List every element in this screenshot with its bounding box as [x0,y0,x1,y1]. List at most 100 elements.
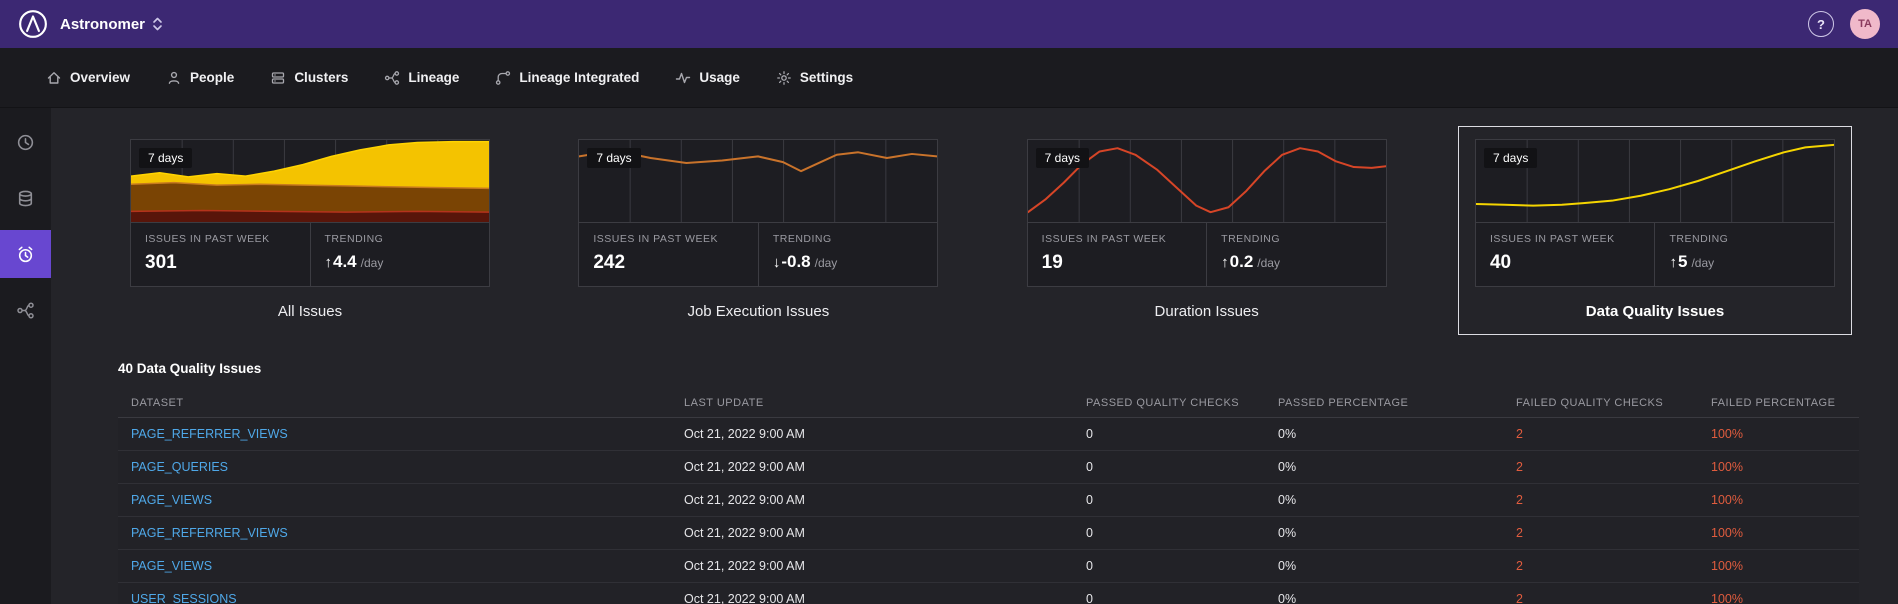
trending-stat: TRENDING ↑ 4.4 /day [309,223,490,286]
range-chip: 7 days [139,148,193,168]
col-header-dataset: DATASET [131,396,184,409]
table-row[interactable]: PAGE_REFERRER_VIEWS Oct 21, 2022 9:00 AM… [118,517,1859,550]
main-content: 7 days ISSUES IN PAST WEEK 301 TRENDING … [51,108,1898,604]
summary-card-data-quality-issues[interactable]: 7 days ISSUES IN PAST WEEK 40 TRENDING ↑… [1457,126,1852,335]
trend-up-icon: ↑ [1669,254,1677,271]
dataset-link[interactable]: PAGE_VIEWS [131,493,212,507]
trending-label: TRENDING [1221,233,1280,245]
summary-card-job-execution-issues[interactable]: 7 days ISSUES IN PAST WEEK 242 TRENDING … [561,126,955,335]
trending-label: TRENDING [324,233,384,245]
summary-cards-row: 7 days ISSUES IN PAST WEEK 301 TRENDING … [113,126,1852,335]
nav-label: Lineage Integrated [519,70,640,85]
trend-down-icon: ↓ [772,254,781,271]
passed-checks-cell: 0 [1086,427,1093,441]
issues-label: ISSUES IN PAST WEEK [1489,233,1615,245]
avatar[interactable]: TA [1850,9,1880,39]
card-stats: ISSUES IN PAST WEEK 40 TRENDING ↑ 5 /day [1475,222,1834,286]
alarm-clock-icon [16,245,35,264]
nav-item-lineage[interactable]: Lineage [384,70,459,86]
failed-checks-cell: 2 [1516,526,1523,540]
nav-label: Clusters [294,70,349,85]
failed-percentage-cell: 100% [1711,427,1743,441]
passed-percentage-cell: 0% [1278,559,1297,573]
trend-unit: /day [1257,256,1280,270]
issues-value: 40 [1489,252,1512,273]
help-button[interactable]: ? [1808,11,1834,37]
failed-checks-cell: 2 [1516,559,1523,573]
failed-percentage-cell: 100% [1711,493,1743,507]
card-body: 7 days ISSUES IN PAST WEEK 19 TRENDING ↑… [1026,139,1387,287]
issues-stat: ISSUES IN PAST WEEK 19 [1028,223,1207,286]
nav-item-usage[interactable]: Usage [675,70,740,86]
summary-card-all-issues[interactable]: 7 days ISSUES IN PAST WEEK 301 TRENDING … [113,126,507,335]
workspace-name: Astronomer [60,15,146,33]
table-row[interactable]: PAGE_VIEWS Oct 21, 2022 9:00 AM 0 0% 2 1… [118,484,1859,517]
table-row[interactable]: PAGE_VIEWS Oct 21, 2022 9:00 AM 0 0% 2 1… [118,550,1859,583]
passed-checks-cell: 0 [1086,460,1093,474]
passed-percentage-cell: 0% [1278,592,1297,604]
main-nav: Overview People Clusters Lineage Lineage… [0,48,1898,108]
issues-table-section: 40 Data Quality Issues DATASET LAST UPDA… [118,361,1859,604]
lineage-integrated-icon [495,70,511,86]
database-icon [16,189,35,208]
nav-item-people[interactable]: People [166,70,234,86]
issues-stat: ISSUES IN PAST WEEK 40 [1476,223,1655,286]
sparkline-chart-duration: 7 days [1027,140,1386,222]
nav-item-overview[interactable]: Overview [46,70,130,86]
table-row[interactable]: PAGE_REFERRER_VIEWS Oct 21, 2022 9:00 AM… [118,418,1859,451]
nav-label: Lineage [408,70,460,85]
history-clock-icon [16,133,35,152]
table-row[interactable]: PAGE_QUERIES Oct 21, 2022 9:00 AM 0 0% 2… [118,451,1859,484]
dataset-link[interactable]: PAGE_VIEWS [131,559,212,573]
dataset-link[interactable]: PAGE_REFERRER_VIEWS [131,427,288,441]
dataset-link[interactable]: PAGE_QUERIES [131,460,228,474]
card-title: Duration Issues [1154,303,1259,320]
passed-checks-cell: 0 [1086,559,1093,573]
issues-value: 242 [593,252,626,273]
failed-checks-cell: 2 [1516,592,1523,604]
trend-up-icon: ↑ [1221,254,1229,271]
nav-item-clusters[interactable]: Clusters [270,70,348,86]
trend-unit: /day [360,256,384,270]
col-header-failed-checks: FAILED QUALITY CHECKS [1516,396,1664,409]
issues-label: ISSUES IN PAST WEEK [145,233,270,245]
dataset-link[interactable]: PAGE_REFERRER_VIEWS [131,526,288,540]
trend-value: 5 [1677,252,1688,271]
question-mark-icon: ? [1817,16,1825,32]
issues-value: 19 [1041,252,1063,273]
sidebar-item-history[interactable] [0,118,51,166]
trend-unit: /day [814,256,838,270]
sidebar-item-alerts[interactable] [0,230,51,278]
issues-stat: ISSUES IN PAST WEEK 301 [131,223,310,286]
gear-icon [776,70,792,86]
col-header-passed-percentage: PASSED PERCENTAGE [1278,396,1409,409]
trend-value: 4.4 [333,252,357,271]
range-chip: 7 days [1035,148,1090,168]
range-chip: 7 days [587,148,641,168]
sidebar-item-lineage[interactable] [0,286,51,334]
trending-stat: TRENDING ↑ 0.2 /day [1206,223,1386,286]
table-row[interactable]: USER_SESSIONS Oct 21, 2022 9:00 AM 0 0% … [118,583,1859,604]
issues-stat: ISSUES IN PAST WEEK 242 [579,223,758,286]
passed-percentage-cell: 0% [1278,427,1297,441]
passed-checks-cell: 0 [1086,493,1093,507]
passed-checks-cell: 0 [1086,526,1093,540]
sparkline-chart-job-execution: 7 days [579,140,938,222]
dataset-link[interactable]: USER_SESSIONS [131,592,237,604]
col-header-last-update: LAST UPDATE [684,396,764,409]
sidebar-item-datasets[interactable] [0,174,51,222]
trending-label: TRENDING [1669,233,1729,245]
trend-value: 0.2 [1229,252,1254,271]
icon-sidebar [0,108,51,604]
card-body: 7 days ISSUES IN PAST WEEK 40 TRENDING ↑… [1474,139,1835,287]
trend-up-icon: ↑ [324,254,333,271]
failed-checks-cell: 2 [1516,493,1523,507]
last-update-cell: Oct 21, 2022 9:00 AM [684,493,805,507]
sparkline-chart-data-quality: 7 days [1475,140,1834,222]
passed-percentage-cell: 0% [1278,493,1297,507]
trend-unit: /day [1691,256,1715,270]
nav-item-settings[interactable]: Settings [776,70,853,86]
workspace-selector[interactable]: Astronomer [60,16,163,33]
summary-card-duration-issues[interactable]: 7 days ISSUES IN PAST WEEK 19 TRENDING ↑… [1010,126,1404,335]
nav-item-lineage-integrated[interactable]: Lineage Integrated [495,70,639,86]
